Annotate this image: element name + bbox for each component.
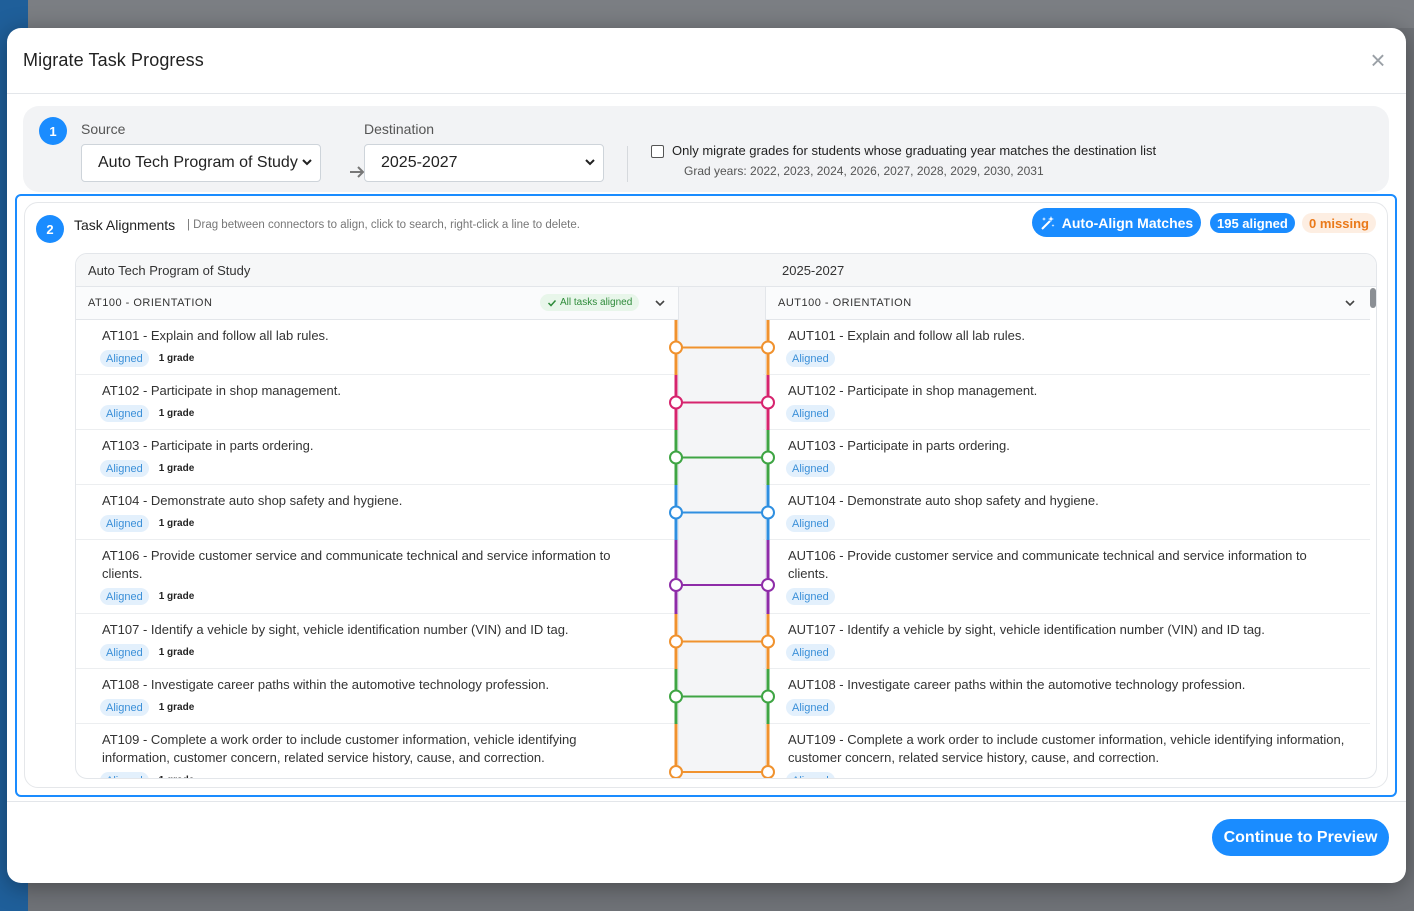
connector-dot[interactable]	[761, 505, 775, 520]
connector-dot[interactable]	[761, 578, 775, 592]
grad-year-checkbox-label[interactable]: Only migrate grades for students whose g…	[672, 143, 1156, 158]
destination-label: Destination	[364, 121, 435, 137]
missing-count-badge: 0 missing	[1302, 213, 1376, 233]
step2-badge: 2	[36, 215, 64, 243]
step1-panel: 1 Source Auto Tech Program of Study Dest…	[23, 106, 1389, 192]
source-select[interactable]: Auto Tech Program of Study	[81, 144, 321, 182]
source-label: Source	[81, 121, 126, 137]
alignment-table: Auto Tech Program of Study 2025-2027 AT1…	[75, 253, 1377, 779]
connector-dot[interactable]	[761, 689, 775, 704]
connector-dot[interactable]	[669, 450, 683, 465]
page-backdrop	[0, 0, 1414, 28]
chevron-down-icon	[302, 159, 312, 166]
connector-dot[interactable]	[669, 765, 683, 778]
destination-select-value: 2025-2027	[381, 154, 458, 171]
connector-dot[interactable]	[761, 634, 775, 649]
task-alignments-title: Task Alignments	[74, 217, 176, 233]
connector-dot[interactable]	[669, 634, 683, 649]
auto-align-button[interactable]: Auto-Align Matches	[1032, 208, 1201, 237]
destination-select[interactable]: 2025-2027	[364, 144, 604, 182]
connector-dot[interactable]	[669, 505, 683, 520]
connector-lines[interactable]	[76, 254, 1377, 779]
close-icon[interactable]: ×	[1368, 47, 1388, 73]
modal-footer: Continue to Preview	[7, 801, 1406, 883]
step2-inner: 2 Task Alignments | Drag between connect…	[24, 202, 1388, 788]
auto-align-label: Auto-Align Matches	[1061, 214, 1194, 231]
connector-dot[interactable]	[761, 395, 775, 410]
aligned-count-badge: 195 aligned	[1210, 213, 1295, 233]
connector-dot[interactable]	[669, 578, 683, 592]
grad-years-text: Grad years: 2022, 2023, 2024, 2026, 2027…	[684, 164, 1044, 178]
modal-title: Migrate Task Progress	[23, 50, 204, 70]
connector-dot[interactable]	[761, 765, 775, 778]
source-select-value: Auto Tech Program of Study	[98, 154, 298, 171]
continue-to-preview-button[interactable]: Continue to Preview	[1212, 819, 1389, 856]
connector-dot[interactable]	[761, 450, 775, 465]
connector-dot[interactable]	[669, 340, 683, 355]
step2-panel: 2 Task Alignments | Drag between connect…	[15, 194, 1397, 797]
connector-dot[interactable]	[761, 340, 775, 355]
modal-header: Migrate Task Progress ×	[7, 28, 1406, 94]
step1-badge: 1	[39, 117, 67, 145]
migrate-modal: Migrate Task Progress × 1 Source Auto Te…	[7, 28, 1406, 883]
divider	[627, 146, 628, 182]
connector-dot[interactable]	[669, 395, 683, 410]
chevron-down-icon	[585, 159, 595, 166]
connector-dot[interactable]	[669, 689, 683, 704]
grad-year-checkbox[interactable]	[651, 145, 664, 158]
magic-wand-icon	[1041, 215, 1055, 230]
task-alignments-hint: | Drag between connectors to align, clic…	[187, 219, 580, 231]
